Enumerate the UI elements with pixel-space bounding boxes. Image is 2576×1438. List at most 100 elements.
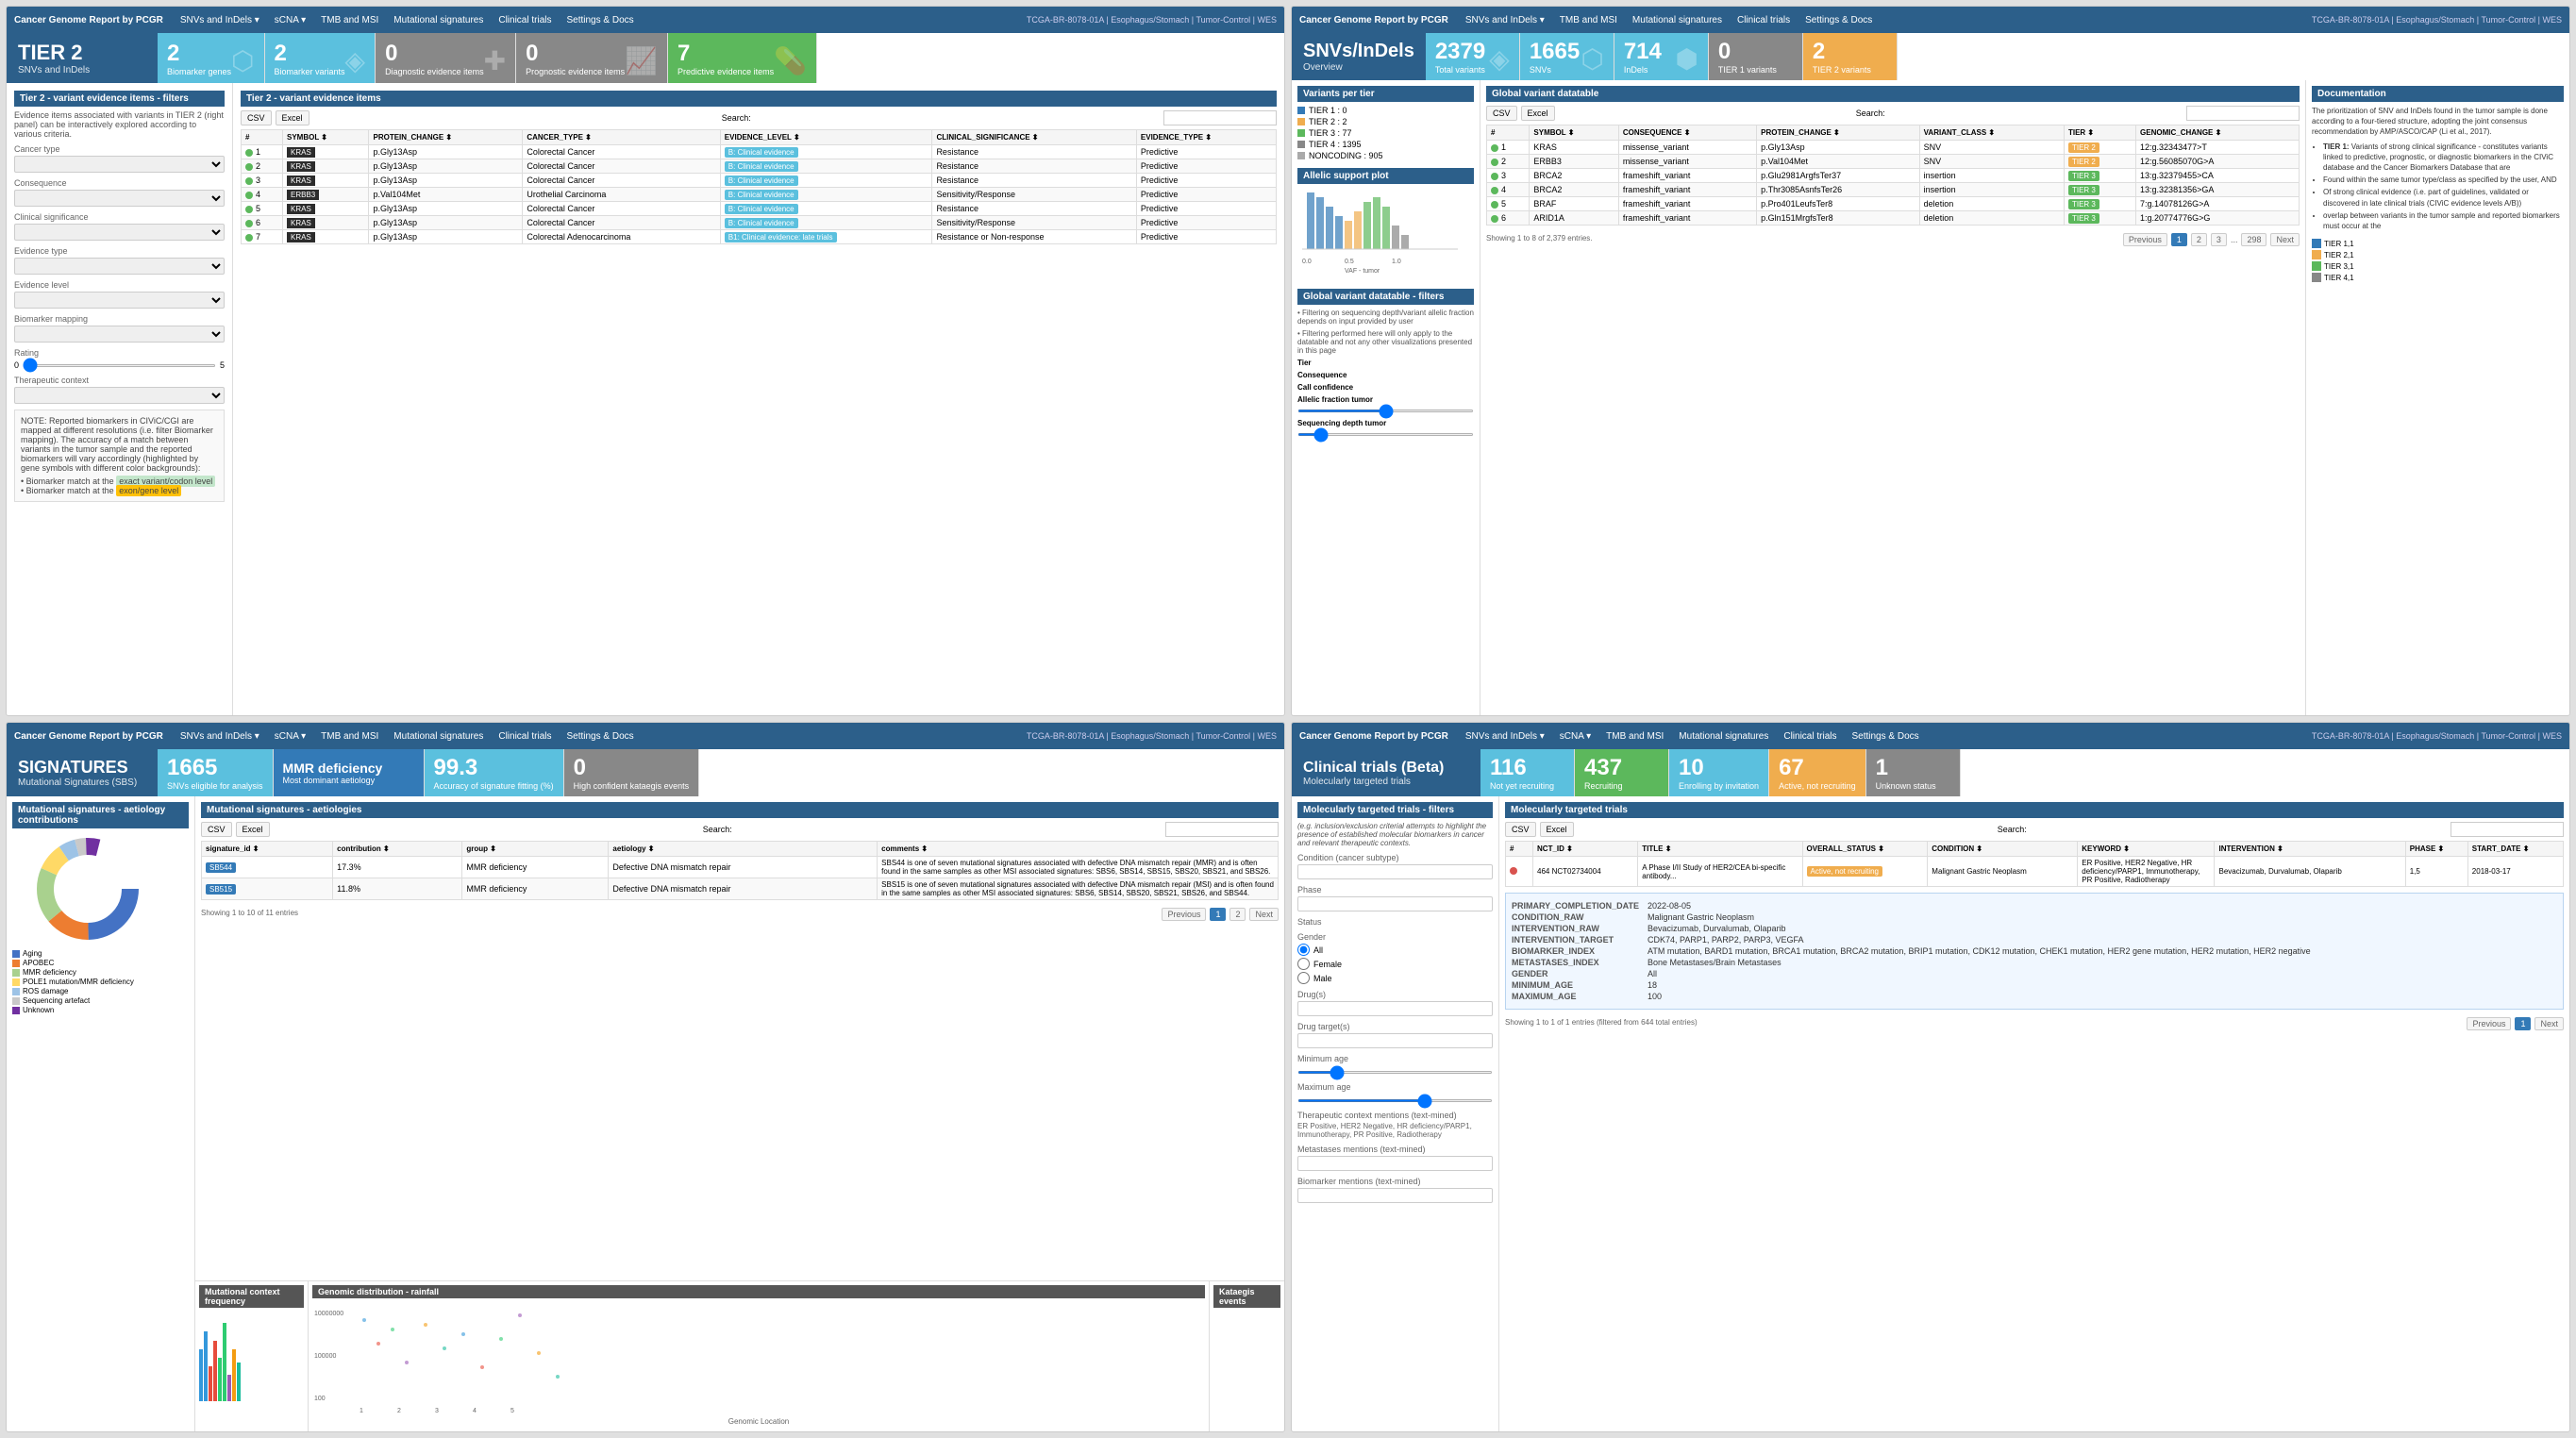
ct-min-age-slider[interactable] [1297,1071,1493,1074]
csv-btn-tr[interactable]: CSV [1486,106,1517,121]
sth-group: group ⬍ [462,842,609,857]
filter-cancer-select[interactable] [14,156,225,173]
stat-snvs-eligible: 1665 SNVs eligible for analysis [158,749,274,796]
nav-tmb-br[interactable]: TMB and MSI [1600,729,1669,744]
sig-table-header: Mutational signatures - aetiologies [201,802,1279,818]
next-btn-br[interactable]: Next [2534,1017,2564,1030]
page1-btn-tr[interactable]: 1 [2171,233,2187,246]
page1-btn-br[interactable]: 1 [2515,1017,2531,1030]
page2-btn-tr[interactable]: 2 [2191,233,2207,246]
nav-tmb-tl[interactable]: TMB and MSI [315,13,384,27]
nav-settings-bl[interactable]: Settings & Docs [560,729,639,744]
ct-drugs-input[interactable] [1297,1001,1493,1016]
csv-btn-tl[interactable]: CSV [241,110,272,125]
next-btn-bl[interactable]: Next [1249,908,1279,921]
nav-settings-tl[interactable]: Settings & Docs [560,13,639,27]
tl-cancer-7: Colorectal Adenocarcinoma [523,230,720,244]
next-btn-tr[interactable]: Next [2270,233,2300,246]
detail-key-biomarker: BIOMARKER_INDEX [1512,946,1644,956]
nav-scna-tl[interactable]: sCNA [269,13,311,27]
tier1-item: TIER 1 : 0 [1297,106,1474,115]
nav-snvindels-tl[interactable]: SNVs and InDels [175,13,265,27]
ct-condition-input[interactable] [1297,864,1493,879]
sig-showing: Showing 1 to 10 of 11 entries [201,909,298,917]
stat-label-not-rec: Not yet recruiting [1490,781,1554,791]
global-table-col: Global variant datatable CSV Excel Searc… [1480,80,2305,715]
excel-btn-bl[interactable]: Excel [236,822,270,837]
page1-btn-bl[interactable]: 1 [1210,908,1226,921]
evidence-table-tl: # SYMBOL ⬍ PROTEIN_CHANGE ⬍ CANCER_TYPE … [241,129,1277,244]
excel-btn-br[interactable]: Excel [1540,822,1574,837]
svg-text:10000000: 10000000 [314,1311,343,1317]
stat-tier2: 2 TIER 2 variants [1803,33,1898,80]
tl-evidence-1: B: Clinical evidence [720,145,932,159]
nav-settings-br[interactable]: Settings & Docs [1846,729,1924,744]
consequence-filter-label: Consequence [1297,371,1474,379]
prev-btn-tr[interactable]: Previous [2123,233,2167,246]
filter-rating-label: Rating [14,348,225,358]
nav-snvindels-tr[interactable]: SNVs and InDels [1460,13,1550,27]
genome-dist-col: Genomic distribution - rainfall 10000000… [309,1281,1209,1431]
ct-phase-input[interactable] [1297,896,1493,911]
gender-all-radio[interactable] [1297,944,1310,956]
tr-num-3: 3 [1487,169,1530,183]
nav-clinical-bl[interactable]: Clinical trials [493,729,557,744]
csv-btn-br[interactable]: CSV [1505,822,1536,837]
nav-scna-br[interactable]: sCNA [1554,729,1597,744]
filter-clinical-select[interactable] [14,224,225,241]
nav-clinical-br[interactable]: Clinical trials [1778,729,1842,744]
nav-mut-bl[interactable]: Mutational signatures [388,729,489,744]
stat-kataegis: 0 High confident kataegis events [564,749,700,796]
nav-settings-tr[interactable]: Settings & Docs [1799,13,1878,27]
tier-badge-1: TIER 2 [2068,142,2099,153]
ct-max-age-slider[interactable] [1297,1099,1493,1102]
excel-btn-tl[interactable]: Excel [276,110,309,125]
noncoding-dot [1297,152,1305,159]
filter-therapeutic-select[interactable] [14,387,225,404]
excel-btn-tr[interactable]: Excel [1521,106,1555,121]
search-input-br[interactable] [2451,822,2564,837]
search-input-tr[interactable] [2186,106,2300,121]
tier-filter-label: Tier [1297,359,1474,367]
prev-btn-br[interactable]: Previous [2467,1017,2511,1030]
nav-mut-tr[interactable]: Mutational signatures [1627,13,1728,27]
nav-snvindels-bl[interactable]: SNVs and InDels [175,729,265,744]
nav-tmb-bl[interactable]: TMB and MSI [315,729,384,744]
filter-biomarker-select[interactable] [14,326,225,343]
nav-clinical-tl[interactable]: Clinical trials [493,13,557,27]
bottom-charts-row: Mutational context frequency [195,1280,1284,1431]
page298-btn-tr[interactable]: 298 [2241,233,2267,246]
page3-btn-tr[interactable]: 3 [2211,233,2227,246]
ct-drug-targets-input[interactable] [1297,1033,1493,1048]
gender-female-radio[interactable] [1297,958,1310,970]
ct-metastases-input[interactable] [1297,1156,1493,1171]
ct-filter-header: Molecularly targeted trials - filters [1297,802,1493,818]
rating-slider[interactable] [23,364,216,367]
nav-snvindels-br[interactable]: SNVs and InDels [1460,729,1550,744]
nav-scna-bl[interactable]: sCNA [269,729,311,744]
search-input-tl[interactable] [1163,110,1277,125]
filter-evlevel-select[interactable] [14,292,225,309]
prev-btn-bl[interactable]: Previous [1162,908,1206,921]
nav-clinical-tr[interactable]: Clinical trials [1731,13,1796,27]
allele-slider[interactable] [1297,410,1474,412]
gender-male-radio[interactable] [1297,972,1310,984]
nav-tmb-tr[interactable]: TMB and MSI [1554,13,1623,27]
svg-text:3: 3 [435,1408,439,1414]
csv-btn-bl[interactable]: CSV [201,822,232,837]
tr-tier-4: TIER 3 [2064,183,2135,197]
detail-biomarker: BIOMARKER_INDEX ATM mutation, BARD1 muta… [1512,946,2557,956]
depth-slider[interactable] [1297,433,1474,436]
gender-male-label: Male [1313,974,1332,983]
stat-enrolling: 10 Enrolling by invitation [1669,749,1769,796]
filter-evtype-select[interactable] [14,258,225,275]
nav-mut-br[interactable]: Mutational signatures [1673,729,1774,744]
nav-mut-tl[interactable]: Mutational signatures [388,13,489,27]
tier-title-block: TIER 2 SNVs and InDels [7,33,158,83]
snvindels-panel: Cancer Genome Report by PCGR SNVs and In… [1291,6,2570,716]
ct-biomarker-input[interactable] [1297,1188,1493,1203]
filter-consequence-select[interactable] [14,190,225,207]
tr-num-6: 6 [1487,211,1530,226]
page2-btn-bl[interactable]: 2 [1229,908,1246,921]
search-input-bl[interactable] [1165,822,1279,837]
